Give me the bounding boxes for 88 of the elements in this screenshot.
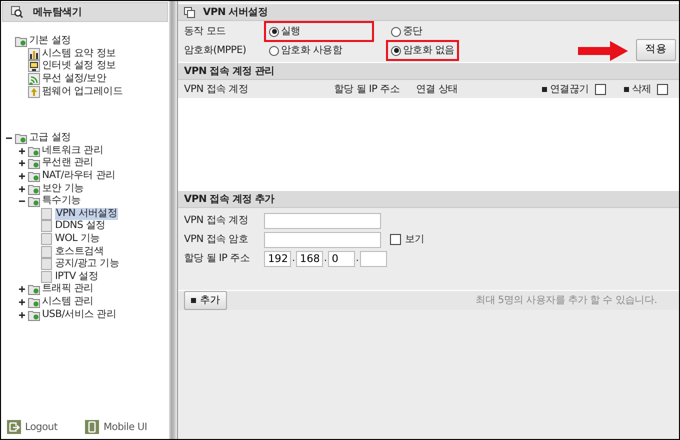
add-button[interactable]: 추가 — [184, 291, 227, 310]
page-icon — [41, 208, 53, 220]
tree-item[interactable]: 공지/광고 기능 — [55, 258, 120, 270]
column-header: 연결끊기 — [550, 82, 589, 96]
page-icon — [41, 258, 53, 270]
tree-item[interactable]: 호스트검색 — [55, 246, 104, 258]
apply-button[interactable]: 적용 — [636, 39, 676, 61]
tree-folder[interactable]: 네트워크 관리 — [42, 144, 104, 157]
expand-icon[interactable] — [18, 310, 26, 319]
folder-icon — [15, 35, 27, 48]
hint-text: 최대 5명의 사용자를 추가 할 수 있습니다. — [476, 294, 657, 308]
tree-item[interactable]: 시스템 요약 정보 — [42, 48, 116, 60]
tree-item[interactable]: VPN 서버설정 — [55, 208, 118, 220]
folder-icon — [28, 157, 40, 170]
tree-item[interactable]: 무선 설정/보안 — [42, 73, 106, 86]
ip-octet-field[interactable]: 192 — [264, 250, 291, 266]
input-field[interactable] — [264, 232, 381, 248]
folder-icon — [28, 195, 40, 208]
upgrade-icon — [28, 86, 40, 98]
column-header: 연결 상태 — [416, 82, 458, 96]
field-label: 할당 될 IP 주소 — [184, 252, 251, 266]
section-title: VPN 접속 계정 관리 — [184, 64, 274, 78]
folder-icon — [28, 182, 40, 195]
folder-icon — [28, 283, 40, 296]
sidebar-title: 메뉴탐색기 — [33, 6, 82, 20]
expand-icon[interactable] — [18, 146, 26, 155]
bullet-icon — [542, 86, 547, 92]
window-icon — [184, 6, 195, 18]
page-icon — [41, 246, 53, 258]
monitor-icon — [28, 60, 40, 72]
search-icon — [11, 6, 23, 18]
ip-separator: . — [354, 252, 360, 266]
checkbox-label: 보기 — [405, 233, 424, 247]
chart-icon — [28, 48, 40, 60]
expand-icon[interactable] — [18, 172, 26, 180]
footer-link[interactable]: Logout — [25, 420, 58, 434]
field-label: VPN 접속 계정 — [184, 214, 250, 228]
page-icon — [41, 233, 53, 246]
ip-separator: . — [291, 252, 296, 266]
tree-folder[interactable]: USB/서비스 관리 — [42, 308, 116, 321]
checkbox[interactable] — [657, 84, 668, 94]
tree-folder[interactable]: 무선랜 관리 — [42, 157, 94, 170]
mobile-icon — [85, 420, 100, 434]
tree-item[interactable]: IPTV 설정 — [55, 270, 98, 283]
expand-icon[interactable] — [18, 285, 26, 294]
folder-icon — [28, 296, 40, 308]
tree-folder[interactable]: 트래픽 관리 — [42, 283, 94, 296]
checkbox[interactable] — [594, 84, 606, 94]
expand-icon[interactable] — [18, 159, 26, 168]
tree-folder[interactable]: 고급 설정 — [29, 132, 71, 144]
footer-link[interactable]: Mobile UI — [103, 420, 148, 434]
tree-item[interactable]: DDNS 설정 — [55, 220, 106, 232]
radio-option[interactable]: 암호화 사용함 — [264, 40, 374, 61]
radio-option[interactable]: 중단 — [386, 21, 428, 42]
tree-item[interactable]: 펌웨어 업그레이드 — [42, 86, 122, 98]
ip-octet-field[interactable] — [360, 250, 387, 266]
radio-option[interactable]: 실행 — [264, 21, 374, 42]
folder-icon — [28, 144, 40, 157]
tree-item[interactable]: WOL 기능 — [55, 233, 100, 246]
page-icon — [41, 220, 53, 232]
field-label: VPN 접속 암호 — [184, 233, 250, 247]
wifi-icon — [28, 73, 40, 86]
folder-icon — [28, 170, 40, 182]
column-header: 삭제 — [632, 82, 652, 96]
field-label: 동작 모드 — [184, 25, 227, 39]
tree-item[interactable]: 인터넷 설정 정보 — [42, 60, 116, 72]
bullet-icon — [624, 86, 629, 92]
tree-folder[interactable]: 기본 설정 — [29, 35, 71, 48]
column-header: VPN 접속 계정 — [184, 82, 248, 96]
panel-title: VPN 서버설정 — [203, 6, 268, 20]
expand-icon[interactable] — [18, 298, 26, 306]
column-header: 할당 될 IP 주소 — [334, 82, 400, 96]
ip-octet-field[interactable]: 168 — [296, 250, 323, 266]
input-field[interactable] — [264, 212, 381, 228]
checkbox[interactable] — [390, 234, 401, 245]
tree-folder[interactable]: 시스템 관리 — [42, 296, 94, 308]
page-icon — [41, 270, 53, 283]
section-title: VPN 접속 계정 추가 — [184, 192, 274, 206]
tree-folder[interactable]: 보안 기능 — [42, 182, 84, 195]
logout-icon — [7, 420, 21, 434]
ip-octet-field[interactable]: 0 — [328, 250, 355, 266]
folder-icon — [15, 132, 27, 144]
expand-icon[interactable] — [18, 184, 26, 193]
ip-separator: . — [322, 252, 328, 266]
field-label: 암호화(MPPE) — [184, 44, 248, 58]
tree-folder[interactable]: NAT/라우터 관리 — [42, 170, 116, 182]
tree-folder[interactable]: 특수기능 — [42, 195, 81, 208]
folder-icon — [28, 308, 40, 321]
